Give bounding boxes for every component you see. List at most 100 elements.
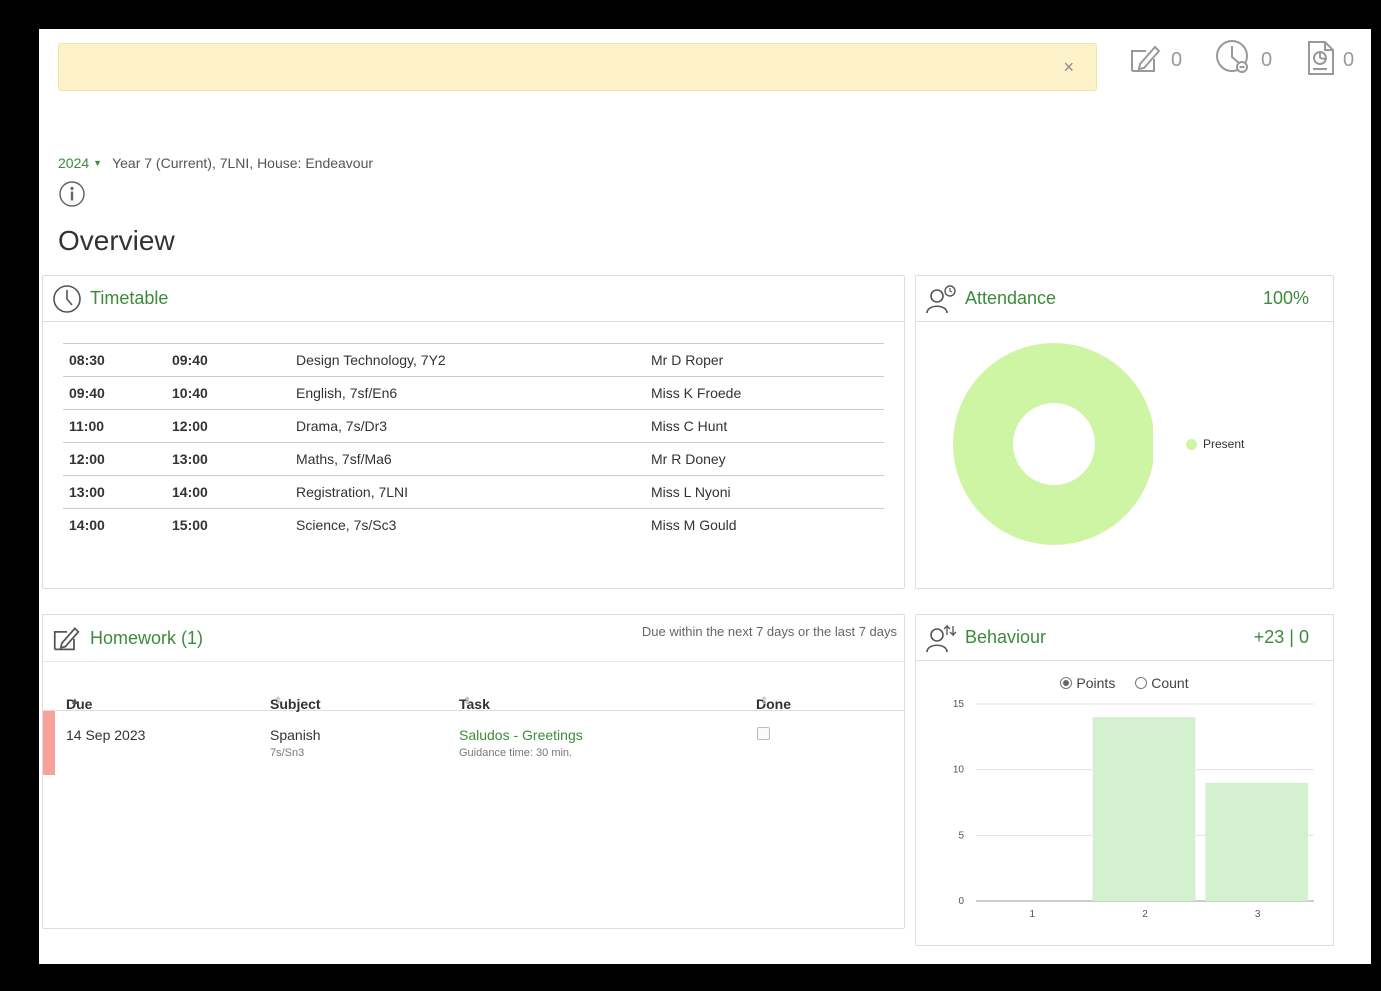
behaviour-panel: Behaviour +23 | 0 Points Count 0 5 10 15 1 2 3 — [915, 614, 1334, 946]
timetable-title[interactable]: Timetable — [90, 288, 168, 309]
sort-icon[interactable]: ⇕ — [463, 696, 471, 707]
clock-icon — [52, 284, 82, 314]
attendance-panel: Attendance 100% Present — [915, 275, 1334, 589]
homework-counter[interactable]: 0 — [1129, 43, 1182, 77]
x-tick-label: 3 — [1255, 909, 1261, 920]
task-link[interactable]: Saludos - Greetings — [459, 727, 583, 743]
behaviour-title[interactable]: Behaviour — [965, 627, 1046, 648]
bar — [1092, 717, 1196, 901]
page: × 0 0 0 2024 ▼ Year 7 (Current), 7LNI, H… — [39, 29, 1371, 964]
caret-down-icon[interactable]: ▼ — [93, 158, 102, 168]
table-row: 08:30 09:40 Design Technology, 7Y2 Mr D … — [63, 343, 884, 377]
start-time: 08:30 — [63, 343, 166, 377]
class-code: 7s/Sn3 — [270, 747, 305, 759]
teacher: Miss M Gould — [645, 508, 884, 542]
overdue-flag — [43, 711, 55, 775]
y-tick-label: 15 — [953, 700, 965, 710]
lesson: Drama, 7s/Dr3 — [290, 409, 645, 443]
behaviour-score: +23 | 0 — [1253, 627, 1309, 647]
timetable-panel: Timetable 08:30 09:40 Design Technology,… — [42, 275, 905, 589]
donut-present-slice — [953, 343, 1153, 545]
count-label: Count — [1151, 675, 1189, 691]
info-icon[interactable] — [58, 180, 86, 213]
start-time: 12:00 — [63, 442, 166, 476]
year-selector[interactable]: 2024 — [58, 155, 89, 171]
homework-note: Due within the next 7 days or the last 7… — [641, 624, 897, 639]
start-time: 09:40 — [63, 376, 166, 410]
teacher: Miss C Hunt — [645, 409, 884, 443]
done-checkbox[interactable] — [757, 727, 770, 740]
homework-count: 0 — [1171, 48, 1183, 71]
end-time: 09:40 — [166, 343, 290, 377]
lesson: English, 7sf/En6 — [290, 376, 645, 410]
bar — [1205, 782, 1308, 901]
end-time: 10:40 — [166, 376, 290, 410]
late-counter[interactable]: 0 — [1215, 39, 1273, 77]
behaviour-chart: 0 5 10 15 1 2 3 — [953, 700, 1314, 920]
attendance-donut — [953, 343, 1153, 545]
legend-swatch — [1186, 439, 1197, 451]
start-time: 13:00 — [63, 475, 166, 509]
clock-icon — [1215, 39, 1253, 82]
subject-name: Spanish — [270, 727, 321, 743]
end-time: 12:00 — [166, 409, 290, 443]
timetable-table: 08:30 09:40 Design Technology, 7Y2 Mr D … — [63, 343, 884, 542]
table-row: 12:00 13:00 Maths, 7sf/Ma6 Mr R Doney — [63, 442, 884, 476]
legend-label: Present — [1203, 437, 1245, 451]
attendance-header: Attendance 100% — [916, 276, 1333, 322]
homework-icon — [52, 624, 82, 652]
timetable-header: Timetable — [43, 276, 904, 322]
y-tick-label: 0 — [958, 896, 964, 907]
count-option[interactable]: Count — [1135, 675, 1189, 691]
notice-banner: × — [58, 43, 1097, 91]
teacher: Miss K Froede — [645, 376, 884, 410]
table-row: 13:00 14:00 Registration, 7LNI Miss L Ny… — [63, 475, 884, 509]
points-option[interactable]: Points — [1060, 675, 1115, 691]
end-time: 14:00 — [166, 475, 290, 509]
table-row: 14 Sep 2023 Spanish 7s/Sn3 Saludos - Gre… — [43, 711, 904, 775]
x-tick-label: 1 — [1030, 909, 1036, 920]
page-title: Overview — [58, 225, 175, 256]
attendance-legend: Present — [1186, 437, 1244, 451]
lesson: Registration, 7LNI — [290, 475, 645, 509]
task-cell: Saludos - Greetings Guidance time: 30 mi… — [459, 727, 583, 759]
behaviour-icon — [925, 623, 957, 653]
lesson: Science, 7s/Sc3 — [290, 508, 645, 542]
radio-selected[interactable] — [1060, 677, 1073, 689]
y-tick-label: 5 — [958, 830, 964, 841]
homework-header: Homework (1) Due within the next 7 days … — [43, 615, 904, 661]
attendance-icon — [925, 284, 957, 314]
late-count: 0 — [1261, 48, 1273, 71]
due-date: 14 Sep 2023 — [66, 727, 146, 743]
sort-asc-icon[interactable]: ▲ — [70, 696, 80, 707]
homework-title[interactable]: Homework (1) — [90, 628, 203, 649]
subject-cell: Spanish 7s/Sn3 — [270, 727, 321, 759]
y-tick-label: 10 — [953, 765, 965, 776]
report-count: 0 — [1343, 48, 1355, 71]
table-row: 11:00 12:00 Drama, 7s/Dr3 Miss C Hunt — [63, 409, 884, 443]
teacher: Mr R Doney — [645, 442, 884, 476]
student-details: Year 7 (Current), 7LNI, House: Endeavour — [112, 155, 374, 171]
end-time: 13:00 — [166, 442, 290, 476]
behaviour-header: Behaviour +23 | 0 — [916, 615, 1333, 661]
homework-table-header: Due ▲ Subject ⇕ Task ⇕ Done ⇕ — [43, 661, 904, 712]
teacher: Miss L Nyoni — [645, 475, 884, 509]
student-context: 2024 ▼ Year 7 (Current), 7LNI, House: En… — [58, 155, 373, 171]
report-icon — [1307, 40, 1335, 81]
behaviour-toggle: Points Count — [916, 675, 1333, 691]
guidance-time: Guidance time: 30 min. — [459, 747, 573, 759]
homework-icon — [1129, 42, 1163, 79]
lesson: Maths, 7sf/Ma6 — [290, 442, 645, 476]
close-icon[interactable]: × — [1063, 58, 1074, 76]
points-label: Points — [1076, 675, 1116, 691]
report-counter[interactable]: 0 — [1307, 40, 1355, 77]
teacher: Mr D Roper — [645, 343, 884, 377]
sort-icon[interactable]: ⇕ — [760, 696, 768, 707]
table-row: 14:00 15:00 Science, 7s/Sc3 Miss M Gould — [63, 508, 884, 542]
attendance-percent: 100% — [1262, 288, 1309, 308]
start-time: 14:00 — [63, 508, 166, 542]
sort-icon[interactable]: ⇕ — [274, 696, 282, 707]
attendance-title[interactable]: Attendance — [965, 288, 1056, 309]
radio-unselected[interactable] — [1135, 677, 1148, 689]
table-row: 09:40 10:40 English, 7sf/En6 Miss K Froe… — [63, 376, 884, 410]
